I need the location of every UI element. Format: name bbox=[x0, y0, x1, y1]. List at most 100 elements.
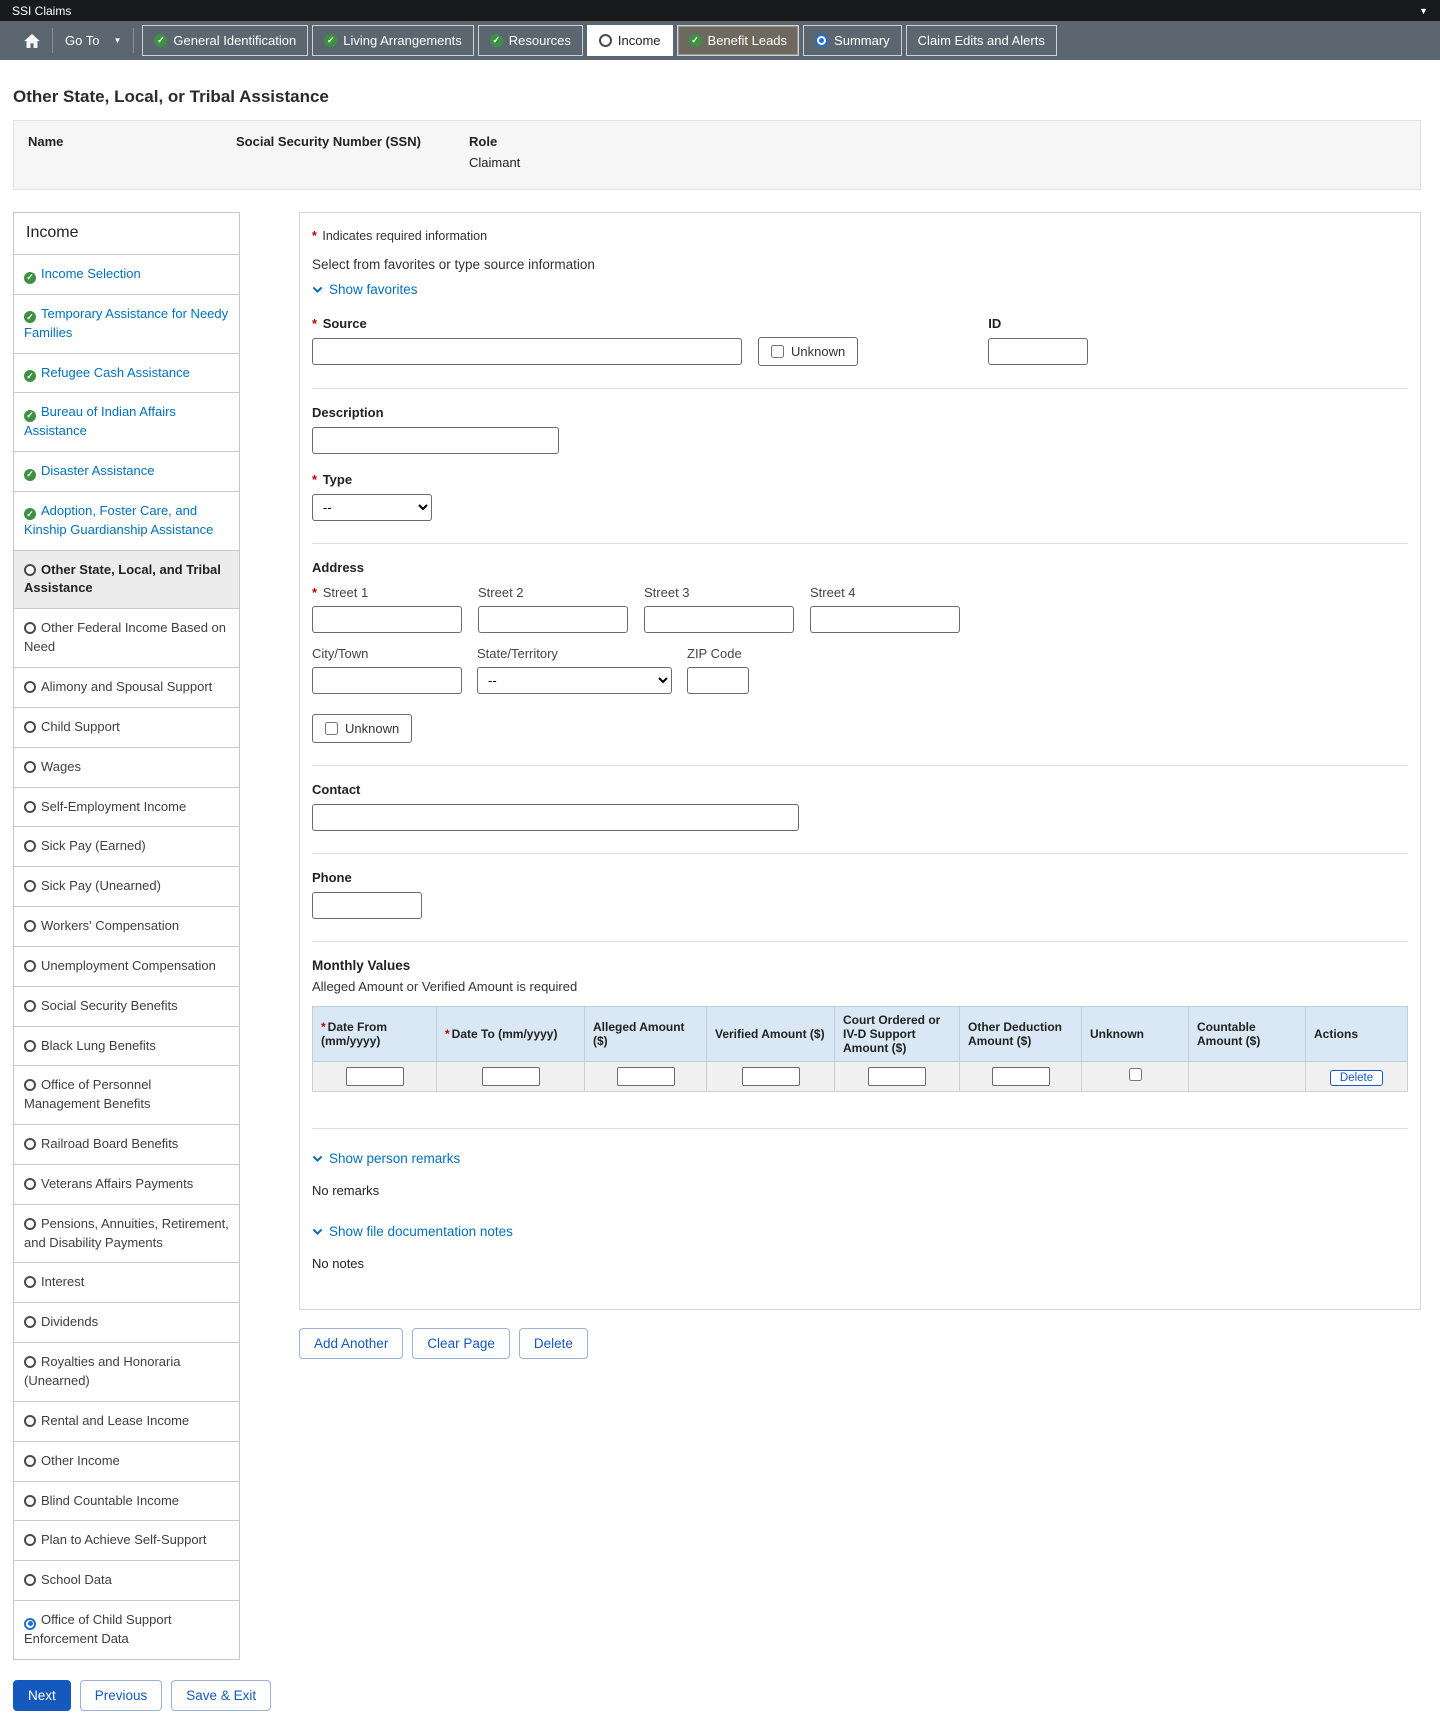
clear-page-button[interactable]: Clear Page bbox=[412, 1328, 510, 1359]
show-person-remarks-link[interactable]: Show person remarks bbox=[312, 1151, 460, 1166]
sidebar-item-royalties-and-honoraria-unearned[interactable]: Royalties and Honoraria (Unearned) bbox=[14, 1342, 239, 1401]
sidebar-item-adoption-foster-care-and-kinship-guardianship-assistance[interactable]: Adoption, Foster Care, and Kinship Guard… bbox=[14, 491, 239, 550]
sidebar-item-income-selection[interactable]: Income Selection bbox=[14, 254, 239, 294]
sidebar-item-label: Other State, Local, and Tribal Assistanc… bbox=[24, 562, 221, 596]
sidebar-item-child-support[interactable]: Child Support bbox=[14, 707, 239, 747]
date-to-input[interactable] bbox=[482, 1067, 540, 1086]
alleged-amount-input[interactable] bbox=[617, 1067, 675, 1086]
sidebar-item-dividends[interactable]: Dividends bbox=[14, 1302, 239, 1342]
radio-circle-icon bbox=[24, 1495, 36, 1507]
sidebar-item-workers-compensation[interactable]: Workers' Compensation bbox=[14, 906, 239, 946]
sidebar-item-veterans-affairs-payments[interactable]: Veterans Affairs Payments bbox=[14, 1164, 239, 1204]
show-person-remarks-label: Show person remarks bbox=[329, 1151, 460, 1166]
tab-label: General Identification bbox=[173, 33, 296, 48]
other-deduction-amount-input[interactable] bbox=[992, 1067, 1050, 1086]
address-unknown-checkbox[interactable]: Unknown bbox=[312, 714, 412, 743]
sidebar-item-wages[interactable]: Wages bbox=[14, 747, 239, 787]
sidebar-item-sick-pay-unearned[interactable]: Sick Pay (Unearned) bbox=[14, 866, 239, 906]
type-select[interactable]: -- bbox=[312, 494, 432, 521]
sidebar-item-pensions-annuities-retirement-and-disability-payments[interactable]: Pensions, Annuities, Retirement, and Dis… bbox=[14, 1204, 239, 1263]
court-ordered-amount-input[interactable] bbox=[868, 1067, 926, 1086]
sidebar-item-label: Wages bbox=[41, 759, 81, 774]
description-input[interactable] bbox=[312, 427, 559, 454]
sidebar-item-alimony-and-spousal-support[interactable]: Alimony and Spousal Support bbox=[14, 667, 239, 707]
radio-circle-icon bbox=[24, 1040, 36, 1052]
sidebar-item-interest[interactable]: Interest bbox=[14, 1262, 239, 1302]
sidebar-item-other-federal-income-based-on-need[interactable]: Other Federal Income Based on Need bbox=[14, 608, 239, 667]
sidebar-item-railroad-board-benefits[interactable]: Railroad Board Benefits bbox=[14, 1124, 239, 1164]
street1-input[interactable] bbox=[312, 606, 462, 633]
income-nav-list: Income Selection Temporary Assistance for… bbox=[14, 254, 239, 1659]
show-file-notes-link[interactable]: Show file documentation notes bbox=[312, 1224, 513, 1239]
tab-living-arrangements[interactable]: Living Arrangements bbox=[312, 25, 474, 56]
id-input[interactable] bbox=[988, 338, 1088, 365]
sidebar-item-office-of-child-support-enforcement-data[interactable]: Office of Child Support Enforcement Data bbox=[14, 1600, 239, 1659]
sidebar-item-sick-pay-earned[interactable]: Sick Pay (Earned) bbox=[14, 826, 239, 866]
unknown-checkbox[interactable] bbox=[1129, 1068, 1142, 1081]
column-header-other-deduction-amount: Other Deduction Amount ($) bbox=[960, 1007, 1082, 1062]
phone-input[interactable] bbox=[312, 892, 422, 919]
radio-circle-icon bbox=[24, 1316, 36, 1328]
home-button[interactable] bbox=[12, 21, 52, 60]
goto-dropdown[interactable]: Go To ▼ bbox=[53, 21, 133, 60]
next-button[interactable]: Next bbox=[13, 1680, 71, 1711]
tab-income[interactable]: Income bbox=[587, 25, 673, 56]
tab-label: Benefit Leads bbox=[708, 33, 788, 48]
sidebar-item-label: Blind Countable Income bbox=[41, 1493, 179, 1508]
save-exit-button[interactable]: Save & Exit bbox=[171, 1680, 271, 1711]
city-input[interactable] bbox=[312, 667, 462, 694]
show-favorites-link[interactable]: Show favorites bbox=[312, 282, 418, 297]
income-sidebar: Income Income Selection Temporary Assista… bbox=[13, 212, 240, 1660]
add-another-button[interactable]: Add Another bbox=[299, 1328, 403, 1359]
sidebar-item-label: School Data bbox=[41, 1572, 112, 1587]
sidebar-item-social-security-benefits[interactable]: Social Security Benefits bbox=[14, 986, 239, 1026]
tab-resources[interactable]: Resources bbox=[478, 25, 583, 56]
radio-circle-icon bbox=[24, 801, 36, 813]
sidebar-item-self-employment-income[interactable]: Self-Employment Income bbox=[14, 787, 239, 827]
sidebar-title: Income bbox=[14, 213, 239, 254]
street3-input[interactable] bbox=[644, 606, 794, 633]
sidebar-item-bureau-of-indian-affairs-assistance[interactable]: Bureau of Indian Affairs Assistance bbox=[14, 392, 239, 451]
date-from-input[interactable] bbox=[346, 1067, 404, 1086]
tab-label: Living Arrangements bbox=[343, 33, 462, 48]
sidebar-item-temporary-assistance-for-needy-families[interactable]: Temporary Assistance for Needy Families bbox=[14, 294, 239, 353]
monthly-values-table: *Date From (mm/yyyy)*Date To (mm/yyyy)Al… bbox=[312, 1006, 1408, 1092]
sidebar-item-plan-to-achieve-self-support[interactable]: Plan to Achieve Self-Support bbox=[14, 1520, 239, 1560]
unknown-checkbox[interactable] bbox=[771, 345, 784, 358]
tab-general-identification[interactable]: General Identification bbox=[142, 25, 308, 56]
sidebar-item-label: Child Support bbox=[41, 719, 120, 734]
sidebar-item-school-data[interactable]: School Data bbox=[14, 1560, 239, 1600]
sidebar-item-black-lung-benefits[interactable]: Black Lung Benefits bbox=[14, 1026, 239, 1066]
check-circle-icon bbox=[24, 272, 36, 284]
sidebar-item-office-of-personnel-management-benefits[interactable]: Office of Personnel Management Benefits bbox=[14, 1065, 239, 1124]
sidebar-item-other-state-local-and-tribal-assistance[interactable]: Other State, Local, and Tribal Assistanc… bbox=[14, 550, 239, 609]
column-header-date-from: *Date From (mm/yyyy) bbox=[313, 1007, 437, 1062]
tab-benefit-leads[interactable]: Benefit Leads bbox=[677, 25, 800, 56]
sidebar-item-unemployment-compensation[interactable]: Unemployment Compensation bbox=[14, 946, 239, 986]
source-unknown-checkbox[interactable]: Unknown bbox=[758, 337, 858, 366]
sidebar-item-refugee-cash-assistance[interactable]: Refugee Cash Assistance bbox=[14, 353, 239, 393]
zip-input[interactable] bbox=[687, 667, 749, 694]
sidebar-item-blind-countable-income[interactable]: Blind Countable Income bbox=[14, 1481, 239, 1521]
street4-input[interactable] bbox=[810, 606, 960, 633]
unknown-checkbox[interactable] bbox=[325, 722, 338, 735]
row-delete-button[interactable]: Delete bbox=[1330, 1070, 1383, 1086]
sidebar-item-label: Temporary Assistance for Needy Families bbox=[24, 306, 228, 340]
role-label: Role bbox=[469, 134, 520, 149]
delete-button[interactable]: Delete bbox=[519, 1328, 588, 1359]
chevron-down-icon bbox=[312, 284, 323, 295]
state-select[interactable]: -- bbox=[477, 667, 672, 694]
sidebar-item-rental-and-lease-income[interactable]: Rental and Lease Income bbox=[14, 1401, 239, 1441]
source-input[interactable] bbox=[312, 338, 742, 365]
sidebar-item-other-income[interactable]: Other Income bbox=[14, 1441, 239, 1481]
radio-circle-icon bbox=[24, 1218, 36, 1230]
sidebar-item-label: Office of Personnel Management Benefits bbox=[24, 1077, 151, 1111]
tab-summary[interactable]: Summary bbox=[803, 25, 902, 56]
contact-input[interactable] bbox=[312, 804, 799, 831]
verified-amount-input[interactable] bbox=[742, 1067, 800, 1086]
tab-claim-edits-and-alerts[interactable]: Claim Edits and Alerts bbox=[906, 25, 1057, 56]
previous-button[interactable]: Previous bbox=[80, 1680, 163, 1711]
sidebar-item-disaster-assistance[interactable]: Disaster Assistance bbox=[14, 451, 239, 491]
collapse-caret-icon[interactable]: ▼ bbox=[1419, 6, 1428, 16]
street2-input[interactable] bbox=[478, 606, 628, 633]
